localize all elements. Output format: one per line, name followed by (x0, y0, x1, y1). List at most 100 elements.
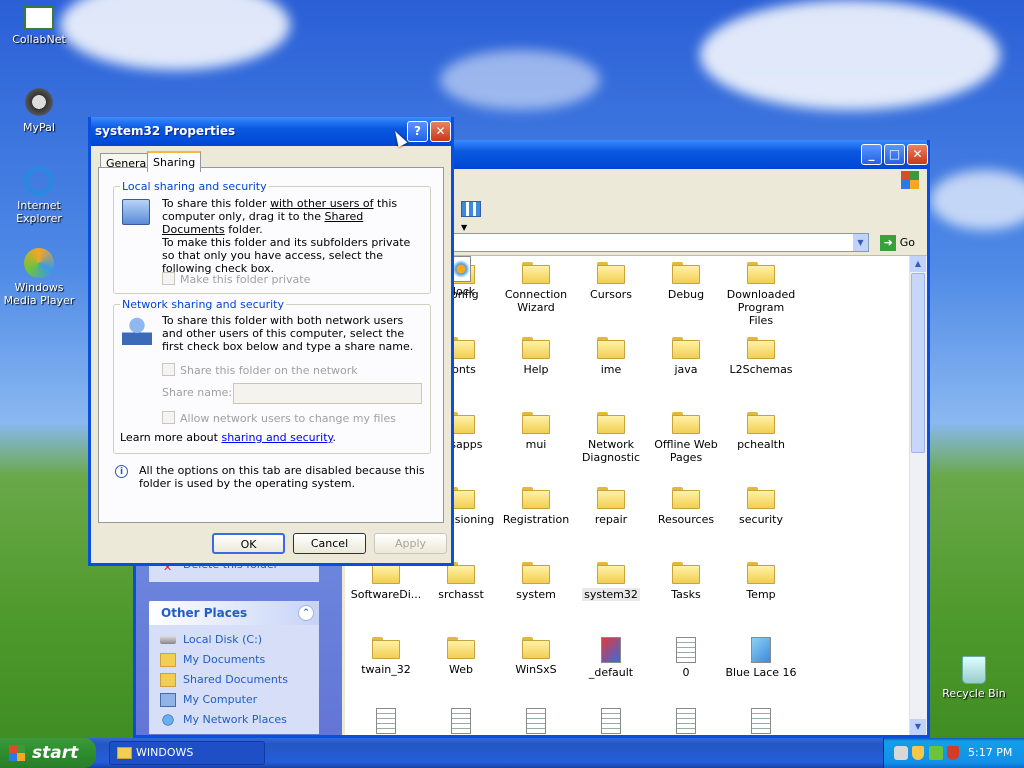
minimize-button[interactable]: _ (861, 144, 882, 165)
security-shield-icon[interactable] (912, 746, 924, 760)
desktop-icon-windows-media-player[interactable]: Windows Media Player (0, 248, 78, 307)
help-button[interactable]: ? (407, 121, 428, 142)
address-dropdown-button[interactable]: ▼ (853, 234, 868, 251)
private-folder-text: To make this folder and its subfolders p… (162, 236, 411, 275)
go-button[interactable]: ➜ Go (880, 234, 915, 252)
file-item[interactable]: WinSxS (499, 637, 573, 676)
scroll-up-button[interactable]: ▲ (910, 256, 926, 272)
other-users-link[interactable]: with other users of (270, 197, 373, 210)
file-item[interactable]: Blue Lace 16 (724, 637, 798, 679)
document-icon[interactable] (751, 708, 771, 734)
scroll-thumb[interactable] (911, 273, 925, 453)
file-item-label: security (739, 513, 783, 526)
scroll-down-button[interactable]: ▼ (910, 719, 926, 735)
sharing-security-link[interactable]: sharing and security (221, 431, 332, 444)
file-item[interactable]: Temp (724, 562, 798, 601)
file-item[interactable]: java (649, 337, 723, 376)
file-item[interactable]: 0 (649, 637, 723, 679)
start-button[interactable]: start (0, 738, 96, 768)
file-item-label: Web (449, 663, 473, 676)
file-item[interactable]: Web (424, 637, 498, 676)
folder-icon (597, 337, 625, 359)
document-icon[interactable] (376, 708, 396, 734)
file-item[interactable]: Registration (499, 487, 573, 526)
alert-shield-icon[interactable] (947, 746, 959, 760)
other-places-local-disk[interactable]: Local Disk (C:) (149, 630, 319, 650)
file-item[interactable]: ime (574, 337, 648, 376)
network-tray-icon[interactable] (929, 746, 943, 760)
maximize-button[interactable]: □ (884, 144, 905, 165)
file-item[interactable]: Cursors (574, 262, 648, 301)
document-icon[interactable] (451, 708, 471, 734)
file-item[interactable]: security (724, 487, 798, 526)
application-icon (601, 637, 621, 663)
dialog-close-button[interactable]: ✕ (430, 121, 451, 142)
desktop-icon-recycle-bin[interactable]: Recycle Bin (935, 656, 1013, 700)
folder-icon (522, 412, 550, 434)
computer-icon (160, 693, 176, 707)
vertical-scrollbar[interactable]: ▲ ▼ (909, 256, 927, 735)
file-item[interactable]: SoftwareDi... (349, 562, 423, 601)
local-sharing-group: Local sharing and security To share this… (113, 180, 431, 294)
desktop-icon-collabnet[interactable]: CollabNet (0, 6, 78, 46)
file-item[interactable]: Resources (649, 487, 723, 526)
collapse-icon[interactable]: ⌃ (298, 605, 314, 621)
close-button[interactable]: ✕ (907, 144, 928, 165)
special-folder-icon (747, 262, 775, 284)
taskbar-button-windows[interactable]: WINDOWS (109, 741, 265, 765)
document-icon[interactable] (526, 708, 546, 734)
other-places-my-documents[interactable]: My Documents (149, 650, 319, 670)
network-icon (160, 713, 176, 727)
tab-sharing[interactable]: Sharing (147, 151, 202, 172)
share-name-input[interactable] (233, 383, 422, 404)
file-item[interactable]: Tasks (649, 562, 723, 601)
tray-tool-icon[interactable] (894, 746, 908, 760)
folder-icon (522, 637, 550, 659)
file-item[interactable]: srchasst (424, 562, 498, 601)
folder-icon (672, 562, 700, 584)
apply-button[interactable]: Apply (374, 533, 447, 554)
folder-icon (522, 562, 550, 584)
file-item[interactable]: Offline Web Pages (649, 412, 723, 464)
file-item[interactable]: Connection Wizard (499, 262, 573, 314)
folder-icon (672, 487, 700, 509)
media-player-icon (24, 248, 54, 278)
document-icon[interactable] (601, 708, 621, 734)
file-item[interactable]: repair (574, 487, 648, 526)
other-places-panel: Other Places ⌃ Local Disk (C:) My Docume… (149, 601, 319, 734)
file-item[interactable]: Help (499, 337, 573, 376)
allow-change-checkbox[interactable]: Allow network users to change my files (162, 411, 396, 425)
file-item[interactable]: Network Diagnostic (574, 412, 648, 464)
folder-icon (522, 487, 550, 509)
ok-button[interactable]: OK (212, 533, 285, 554)
file-item[interactable]: system32 (574, 562, 648, 601)
file-item[interactable]: L2Schemas (724, 337, 798, 376)
file-item[interactable]: mui (499, 412, 573, 451)
folder-icon (597, 487, 625, 509)
other-places-my-network-places[interactable]: My Network Places (149, 710, 319, 730)
other-places-shared-documents[interactable]: Shared Documents (149, 670, 319, 690)
desktop-icon-mypal[interactable]: MyPal (0, 86, 78, 134)
file-item[interactable]: Debug (649, 262, 723, 301)
file-item-label: Help (523, 363, 549, 376)
desktop-icon-internet-explorer[interactable]: Internet Explorer (0, 166, 78, 225)
file-item-label: Offline Web Pages (654, 438, 718, 464)
file-item[interactable]: system (499, 562, 573, 601)
views-button[interactable]: ▼ (461, 201, 489, 232)
file-item[interactable]: twain_32 (349, 637, 423, 676)
file-item[interactable]: pchealth (724, 412, 798, 451)
special-folder-icon (672, 412, 700, 434)
make-private-checkbox[interactable]: Make this folder private (162, 272, 310, 286)
clock[interactable]: 5:17 PM (968, 746, 1012, 759)
file-item-label: L2Schemas (729, 363, 793, 376)
network-sharing-text: To share this folder with both network u… (162, 314, 414, 353)
file-item[interactable]: _default (574, 637, 648, 679)
file-item[interactable]: Downloaded Program Files (724, 262, 798, 327)
other-places-header[interactable]: Other Places ⌃ (149, 601, 319, 625)
file-item-label: SoftwareDi... (350, 588, 422, 601)
other-places-my-computer[interactable]: My Computer (149, 690, 319, 710)
share-on-network-checkbox[interactable]: Share this folder on the network (162, 363, 358, 377)
cancel-button[interactable]: Cancel (293, 533, 366, 554)
document-icon[interactable] (676, 708, 696, 734)
file-item-label: system (516, 588, 556, 601)
